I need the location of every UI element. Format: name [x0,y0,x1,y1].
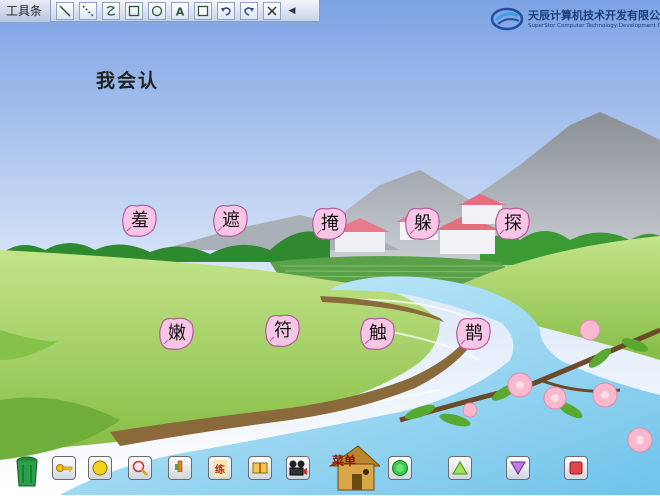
company-logo-icon [490,7,524,31]
menu-button[interactable]: 菜单 [328,444,382,492]
collapse-toolbar-icon[interactable]: ◀ [287,6,297,16]
clear-icon [267,5,277,16]
triangle-down-icon [510,461,526,475]
previous-page-button[interactable] [448,456,472,480]
character-label: 羞 [131,210,149,231]
character-label: 鹊 [465,323,483,344]
key-icon [56,464,73,472]
book-button[interactable] [248,456,272,480]
next-page-button[interactable] [506,456,530,480]
character-card-5[interactable]: 探 [494,206,532,242]
pencil-button[interactable] [168,456,192,480]
search-button[interactable] [128,456,152,480]
undo-button[interactable] [217,1,236,20]
character-label: 探 [504,213,522,234]
key-button[interactable] [52,456,76,480]
ellipse-tool-icon [151,5,163,16]
line-tool-button[interactable] [56,1,75,20]
page-title: 我会认 [96,70,160,92]
company-name-en: SuperStor Computer Technology Developmen… [528,22,660,29]
character-card-3[interactable]: 掩 [311,206,349,242]
menu-label: 菜单 [332,454,357,468]
circle-button[interactable] [88,456,112,480]
fill-tool-button[interactable] [194,1,213,20]
character-card-7[interactable]: 符 [264,313,302,349]
character-label: 嫩 [168,323,186,344]
practice-button[interactable]: 练 [208,456,232,480]
freehand-tool-button[interactable] [102,1,121,20]
red-square-icon [569,461,583,475]
character-label: 躲 [414,213,432,234]
undo-icon [221,6,231,16]
drawing-toolbar: 工具条 A ◀ [0,0,320,22]
exit-button[interactable] [14,456,40,488]
character-label: 遮 [222,210,240,231]
redo-icon [244,6,255,16]
ellipse-tool-button[interactable] [148,1,167,20]
green-circle-icon [392,460,408,476]
character-card-2[interactable]: 遮 [212,203,250,239]
text-tool-glyph: A [176,5,185,17]
company-name-cn: 天辰计算机技术开发有限公司 [528,8,660,22]
text-tool-icon: A [176,5,185,17]
character-card-9[interactable]: 鹊 [455,316,493,352]
book-icon [252,462,268,474]
toolbar-title[interactable]: 工具条 [0,0,52,22]
line-tool-icon [59,4,71,17]
text-tool-button[interactable]: A [171,1,190,20]
video-button[interactable] [286,456,310,480]
film-reel-icon [289,460,307,476]
stop-button[interactable] [564,456,588,480]
trash-bin-icon [16,456,38,487]
pencil-icon [175,460,183,476]
confirm-button[interactable] [388,456,412,480]
character-label: 触 [369,323,387,344]
company-logo: 天辰计算机技术开发有限公司 SuperStor Computer Technol… [490,6,660,32]
triangle-up-icon [452,461,468,475]
rectangle-tool-button[interactable] [125,1,144,20]
character-card-1[interactable]: 羞 [121,203,159,239]
character-label: 掩 [321,213,339,234]
character-card-6[interactable]: 嫩 [158,316,196,352]
character-card-4[interactable]: 躲 [404,206,442,242]
practice-label: 练 [213,459,227,477]
redo-button[interactable] [240,1,259,20]
fill-tool-icon [197,5,209,16]
character-label: 符 [274,320,292,341]
dotted-line-tool-icon [82,4,94,17]
clear-button[interactable] [263,1,282,20]
magnifier-icon [132,460,148,476]
yellow-circle-icon [92,460,108,476]
rectangle-tool-icon [128,5,140,16]
character-card-8[interactable]: 触 [359,316,397,352]
freehand-tool-icon [106,5,116,16]
dotted-line-tool-button[interactable] [79,1,98,20]
